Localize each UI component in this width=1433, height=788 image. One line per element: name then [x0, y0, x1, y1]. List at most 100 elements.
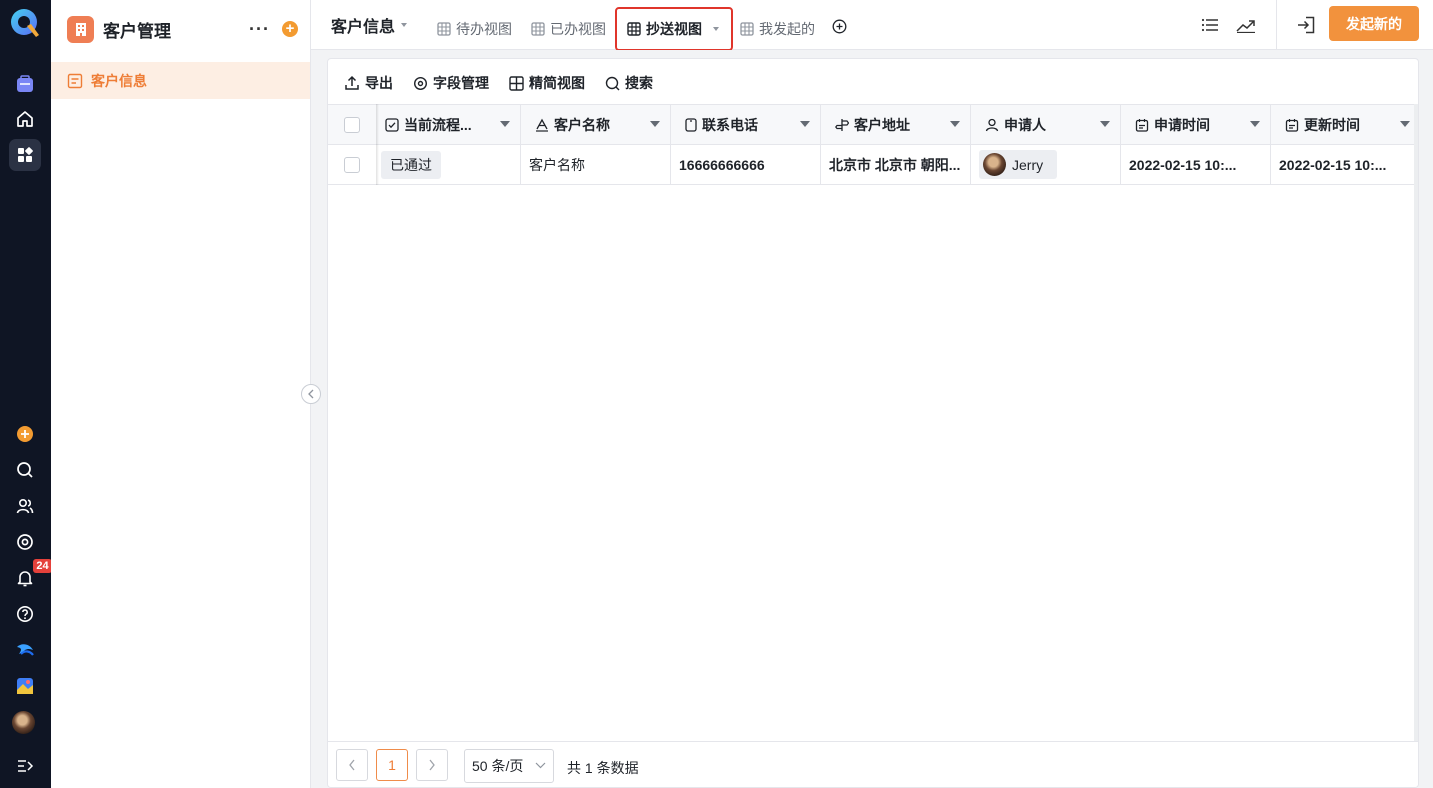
- chevron-down-icon: [535, 762, 546, 769]
- rail-settings-button[interactable]: [9, 526, 41, 558]
- list-view-button[interactable]: [1199, 14, 1221, 36]
- cell-customer-name[interactable]: 客户名称: [521, 145, 671, 184]
- sort-caret-icon[interactable]: [1250, 121, 1260, 127]
- column-header-label: 客户地址: [854, 116, 910, 133]
- caret-down-icon: [401, 23, 408, 27]
- apps-grid-icon: [17, 147, 33, 163]
- sort-caret-icon[interactable]: [950, 121, 960, 127]
- cell-applied-time[interactable]: 2022-02-15 10:...: [1121, 145, 1271, 184]
- search-icon: [605, 76, 620, 91]
- add-view-button[interactable]: [832, 19, 847, 34]
- column-header-applied-time[interactable]: 申请时间: [1121, 105, 1271, 144]
- table-icon: [740, 22, 754, 36]
- rail-create-button[interactable]: [9, 418, 41, 450]
- total-count: 共 1 条数据: [567, 760, 639, 776]
- home-icon: [16, 110, 34, 128]
- cell-applicant[interactable]: Jerry: [971, 145, 1121, 184]
- page-size-select[interactable]: 50 条/页: [464, 749, 554, 783]
- rail-help-button[interactable]: [9, 598, 41, 630]
- sort-caret-icon[interactable]: [1400, 121, 1410, 127]
- column-header-applicant[interactable]: 申请人: [971, 105, 1121, 144]
- user-avatar[interactable]: [12, 711, 35, 734]
- notification-badge: 24: [33, 559, 52, 573]
- rail-search-button[interactable]: [9, 454, 41, 486]
- rail-workspace-button[interactable]: [9, 68, 41, 100]
- chevron-left-icon: [307, 389, 315, 399]
- grid-icon: [509, 75, 524, 91]
- cell-updated-time[interactable]: 2022-02-15 10:...: [1271, 145, 1418, 184]
- search-icon: [16, 461, 34, 479]
- page-title-dropdown[interactable]: 客户信息: [331, 13, 408, 37]
- header-checkbox-cell: [328, 105, 379, 144]
- active-tab-highlight: [615, 7, 733, 51]
- column-header-address[interactable]: 客户地址: [821, 105, 971, 144]
- text-field-icon: [535, 118, 549, 132]
- cell-status[interactable]: 已通过: [379, 145, 521, 184]
- expand-menu-icon: [16, 758, 34, 774]
- help-icon: [16, 605, 34, 623]
- next-page-button[interactable]: [416, 749, 448, 781]
- briefcase-icon: [16, 75, 34, 93]
- column-header-customer-name[interactable]: 客户名称: [521, 105, 671, 144]
- sidebar-header: 客户管理 ··· +: [67, 14, 298, 44]
- cell-address[interactable]: 北京市 北京市 朝阳...: [821, 145, 971, 184]
- compact-view-label: 精简视图: [529, 75, 585, 91]
- calendar-icon: [1135, 118, 1149, 132]
- rail-apps-button[interactable]: [9, 139, 41, 171]
- vertical-scrollbar[interactable]: [1414, 104, 1418, 741]
- applicant-tag[interactable]: Jerry: [979, 150, 1058, 179]
- trend-chart-icon: [1236, 17, 1256, 33]
- frozen-column-shadow: [376, 104, 379, 185]
- chevron-left-icon: [348, 759, 356, 771]
- export-label: 导出: [365, 75, 393, 91]
- create-new-button[interactable]: 发起新的: [1329, 6, 1419, 41]
- column-header-label: 更新时间: [1304, 116, 1360, 133]
- tab-initiated-view[interactable]: 我发起的: [740, 19, 815, 39]
- select-all-checkbox[interactable]: [344, 116, 360, 133]
- report-button[interactable]: [1235, 14, 1257, 36]
- row-checkbox[interactable]: [344, 156, 360, 173]
- more-options-button[interactable]: ···: [249, 19, 270, 40]
- upload-icon: [344, 75, 360, 91]
- table-header: 当前流程... 客户名称 联系电话 客户地址 申请人 申请时间 更新时间: [328, 104, 1418, 145]
- tab-done-view[interactable]: 已办视图: [531, 19, 606, 39]
- search-button[interactable]: 搜索: [605, 73, 653, 93]
- rail-integration-button[interactable]: [9, 634, 41, 666]
- column-header-status[interactable]: 当前流程...: [379, 105, 521, 144]
- chevron-right-icon: [428, 759, 436, 771]
- left-rail: 24: [0, 0, 52, 788]
- page-number-button[interactable]: 1: [376, 749, 408, 781]
- rail-home-button[interactable]: [9, 103, 41, 135]
- column-header-label: 联系电话: [702, 116, 758, 133]
- compact-view-button[interactable]: 精简视图: [509, 73, 585, 93]
- checkbox-square-icon: [385, 117, 399, 132]
- tab-label: 我发起的: [759, 21, 815, 37]
- rail-gallery-button[interactable]: [9, 670, 41, 702]
- app-title: 客户管理: [103, 21, 171, 41]
- sort-caret-icon[interactable]: [650, 121, 660, 127]
- column-header-updated-time[interactable]: 更新时间: [1271, 105, 1418, 144]
- sort-caret-icon[interactable]: [500, 121, 510, 127]
- tab-todo-view[interactable]: 待办视图: [437, 19, 512, 39]
- app-logo-icon[interactable]: [9, 7, 41, 41]
- column-header-label: 申请人: [1004, 116, 1046, 133]
- sidebar-collapse-button[interactable]: [301, 384, 321, 404]
- field-management-button[interactable]: 字段管理: [413, 73, 489, 93]
- signpost-icon: [835, 118, 849, 132]
- image-app-icon: [16, 677, 34, 695]
- column-header-phone[interactable]: 联系电话: [671, 105, 821, 144]
- rail-expand-button[interactable]: [9, 750, 41, 782]
- exit-button[interactable]: [1295, 14, 1317, 36]
- prev-page-button[interactable]: [336, 749, 368, 781]
- export-button[interactable]: 导出: [344, 73, 393, 93]
- list-icon: [1201, 17, 1219, 33]
- plus-circle-icon: [832, 19, 847, 34]
- cell-phone[interactable]: 16666666666: [671, 145, 821, 184]
- sidebar-item-customer-info[interactable]: 客户信息: [51, 62, 310, 99]
- sort-caret-icon[interactable]: [1100, 121, 1110, 127]
- rail-contacts-button[interactable]: [9, 490, 41, 522]
- add-form-button[interactable]: +: [282, 21, 298, 37]
- page-title: 客户信息: [331, 19, 396, 36]
- sort-caret-icon[interactable]: [800, 121, 810, 127]
- table-row[interactable]: 已通过 客户名称 16666666666 北京市 北京市 朝阳... Jerry…: [328, 145, 1418, 185]
